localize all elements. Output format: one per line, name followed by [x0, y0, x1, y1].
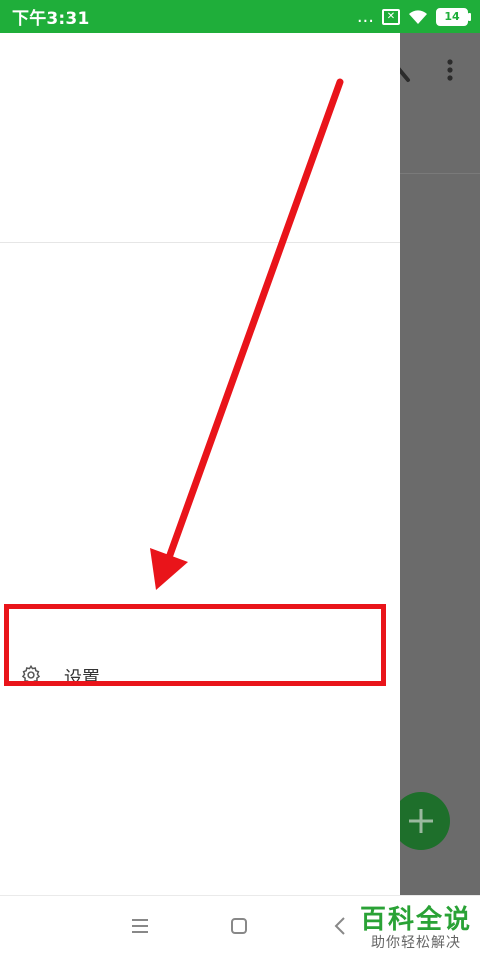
watermark-logo: 百科全说 助你轻松解决 — [352, 898, 480, 960]
app-content-dimmed[interactable] — [400, 33, 480, 895]
navigation-drawer: 设置 — [0, 33, 400, 895]
wifi-icon — [408, 9, 428, 25]
drawer-divider — [0, 242, 400, 243]
battery-icon: 14 — [436, 7, 471, 26]
add-fab-button[interactable] — [392, 792, 450, 850]
status-dots: ... — [356, 5, 374, 27]
menu-icon[interactable] — [131, 918, 149, 934]
home-icon[interactable] — [231, 918, 247, 934]
plus-icon — [409, 809, 433, 833]
app-divider — [400, 173, 480, 174]
highlight-box — [4, 604, 386, 686]
x-box-icon: ✕ — [382, 8, 400, 25]
status-bar: 下午3:31 ... ✕ 14 — [0, 0, 480, 33]
watermark-subtitle: 助你轻松解决 — [371, 935, 461, 951]
status-icons: ... ✕ 14 — [356, 5, 471, 27]
more-vert-icon[interactable] — [440, 56, 460, 86]
battery-level: 14 — [444, 10, 460, 23]
back-icon[interactable] — [333, 916, 347, 936]
watermark-title: 百科全说 — [359, 905, 472, 935]
status-time: 下午3:31 — [12, 9, 90, 29]
